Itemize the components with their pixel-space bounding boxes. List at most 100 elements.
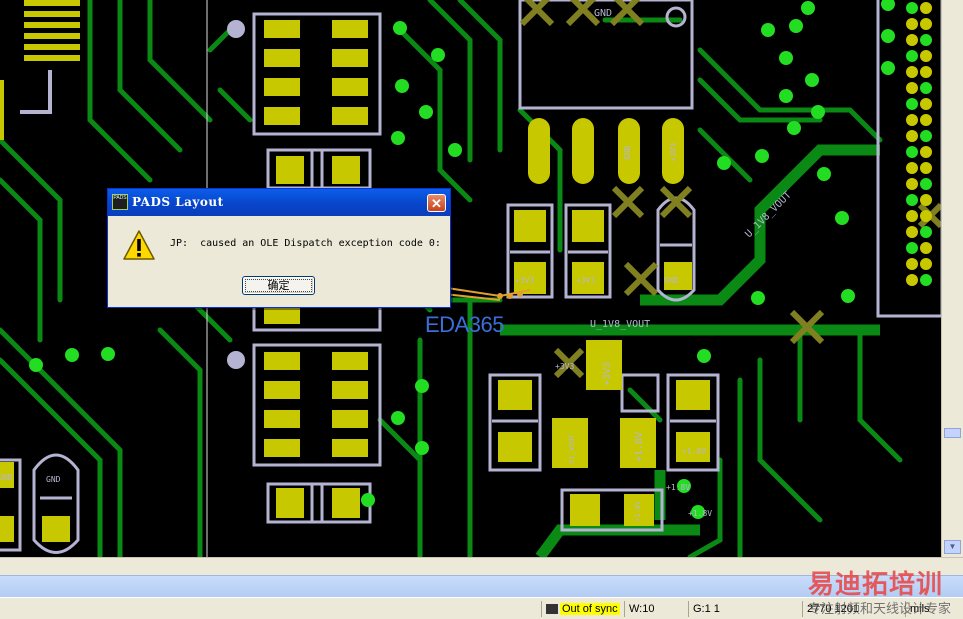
via: [431, 48, 445, 62]
label-gnd-cap: GND: [664, 276, 679, 285]
bga-ball: [920, 66, 932, 78]
dialog-close-button[interactable]: ✕: [427, 194, 446, 212]
bga-ball: [906, 50, 918, 62]
bga-ball: [920, 274, 932, 286]
bga-ball: [906, 34, 918, 46]
label-p18v-c: +1.8V: [666, 483, 690, 492]
via: [779, 51, 793, 65]
brand-subtitle-watermark: 专注射频和天线设计专家: [808, 602, 952, 617]
bga-ball: [920, 50, 932, 62]
bga-ball: [906, 146, 918, 158]
label-gnd-top: GND: [594, 8, 612, 19]
label-p18v-d: +1.8V: [688, 509, 712, 518]
grid-status: G:1 1: [688, 601, 801, 617]
ok-button[interactable]: 确定: [242, 276, 315, 295]
via: [789, 19, 803, 33]
via: [841, 289, 855, 303]
via: [881, 0, 895, 11]
label-gnd-left: GND: [0, 473, 13, 482]
sync-status: Out of sync: [541, 601, 626, 617]
error-dialog: PADS PADS Layout ✕ JP: caused an OLE Dis…: [107, 188, 451, 308]
via: [801, 1, 815, 15]
via: [811, 105, 825, 119]
bga-ball: [906, 2, 918, 14]
label-p18v-cap: +1.8V: [682, 447, 706, 456]
label-gnd-left-cap: GND: [46, 475, 61, 484]
via: [361, 493, 375, 507]
bga-ball: [906, 194, 918, 206]
vertical-scroll-thumb[interactable]: [944, 428, 961, 438]
bga-ball: [906, 210, 918, 222]
bga-ball: [906, 258, 918, 270]
via: [817, 167, 831, 181]
via: [881, 61, 895, 75]
via: [779, 89, 793, 103]
bga-ball: [920, 258, 932, 270]
bga-ball: [920, 82, 932, 94]
brand-watermark: 易迪拓培训: [808, 570, 944, 600]
bga-ball: [920, 18, 932, 30]
bga-ball: [920, 98, 932, 110]
via: [697, 349, 711, 363]
bga-ball: [920, 242, 932, 254]
bga-ball: [906, 114, 918, 126]
bga-ball: [906, 18, 918, 30]
vertical-scrollbar[interactable]: ▼: [941, 0, 963, 557]
pads-app-icon: PADS: [112, 194, 128, 210]
label-gnd-oval: GND: [623, 145, 632, 160]
label-p3v3-a: +3V3: [515, 276, 534, 285]
sync-text: Out of sync: [560, 603, 620, 615]
via: [787, 121, 801, 135]
bga-ball: [906, 226, 918, 238]
bga-ball: [920, 162, 932, 174]
bga-ball: [906, 98, 918, 110]
warning-icon: [123, 230, 155, 260]
bga-ball: [920, 178, 932, 190]
bga-ball: [906, 162, 918, 174]
width-status: W:10: [624, 601, 687, 617]
via: [101, 347, 115, 361]
label-nvout: V1_VOUT: [568, 434, 576, 464]
via: [761, 23, 775, 37]
label-p3v3-vertical: +3V3: [602, 362, 613, 386]
bga-ball: [920, 2, 932, 14]
via: [835, 211, 849, 225]
sync-icon: [546, 604, 558, 615]
via: [29, 358, 43, 372]
via: [415, 441, 429, 455]
via: [805, 73, 819, 87]
bga-ball: [906, 66, 918, 78]
via: [415, 379, 429, 393]
via: [393, 21, 407, 35]
scroll-down-icon[interactable]: ▼: [944, 540, 961, 554]
bga-ball: [920, 130, 932, 142]
bga-ball: [920, 146, 932, 158]
via: [755, 149, 769, 163]
label-p18v-e: +1.8V: [634, 500, 642, 522]
via: [65, 348, 79, 362]
via: [395, 79, 409, 93]
bga-ball: [920, 114, 932, 126]
via: [419, 105, 433, 119]
via: [391, 411, 405, 425]
label-p3v3-c: +3V3: [555, 362, 574, 371]
bga-ball: [920, 194, 932, 206]
via: [751, 291, 765, 305]
bga-ball: [920, 226, 932, 238]
via: [391, 131, 405, 145]
bga-ball: [906, 178, 918, 190]
label-p3v3-oval: +3V3: [669, 143, 678, 162]
bga-ball: [920, 34, 932, 46]
bga-ball: [920, 210, 932, 222]
label-u1v8-vout: U_1V8_VOUT: [590, 319, 650, 330]
bga-ball: [906, 82, 918, 94]
bga-ball: [906, 274, 918, 286]
label-p18v-vertical: +1.8V: [634, 432, 645, 462]
dialog-message: JP: caused an OLE Dispatch exception cod…: [170, 238, 441, 249]
bga-ball: [906, 242, 918, 254]
dialog-title: PADS Layout: [132, 195, 224, 209]
dialog-titlebar[interactable]: PADS PADS Layout ✕: [108, 189, 450, 216]
via: [717, 156, 731, 170]
via: [448, 143, 462, 157]
via: [881, 29, 895, 43]
